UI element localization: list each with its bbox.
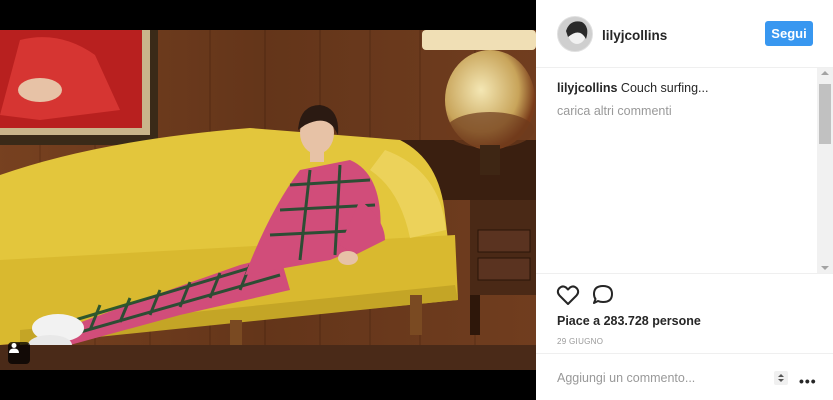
follow-button[interactable]: Segui [765, 21, 813, 46]
heart-icon[interactable] [556, 284, 580, 311]
caption-username[interactable]: lilyjcollins [557, 81, 617, 95]
scrollbar-thumb[interactable] [819, 84, 831, 144]
photo-image [0, 0, 536, 400]
user-tag-icon[interactable] [8, 342, 30, 364]
likes-count[interactable]: Piace a 283.728 persone [557, 314, 701, 328]
caption-text: Couch surfing... [617, 81, 709, 95]
comments-list: lilyjcollins Couch surfing... carica alt… [536, 68, 833, 273]
scroll-up-arrow-icon[interactable] [821, 71, 829, 75]
likes-text: Piace a 283.728 persone [557, 314, 701, 328]
post-header: lilyjcollins Segui [536, 0, 833, 68]
comments-scrollbar[interactable] [817, 68, 833, 273]
load-more-comments-link[interactable]: carica altri commenti [557, 104, 672, 118]
post-sidebar: lilyjcollins Segui lilyjcollins Couch su… [536, 0, 833, 400]
post-photo[interactable] [0, 0, 536, 400]
add-comment-section: ••• [536, 353, 833, 400]
post-date[interactable]: 29 GIUGNO [557, 337, 603, 346]
post-author-username[interactable]: lilyjcollins [602, 28, 667, 43]
comment-icon[interactable] [591, 284, 615, 311]
caption: lilyjcollins Couch surfing... [557, 81, 708, 95]
sort-arrows-icon[interactable] [774, 371, 788, 390]
scroll-down-arrow-icon[interactable] [821, 266, 829, 270]
post-actions: Piace a 283.728 persone 29 GIUGNO [536, 273, 833, 353]
add-comment-input[interactable] [557, 371, 757, 385]
avatar[interactable] [557, 16, 593, 52]
more-options-icon[interactable]: ••• [799, 373, 817, 389]
